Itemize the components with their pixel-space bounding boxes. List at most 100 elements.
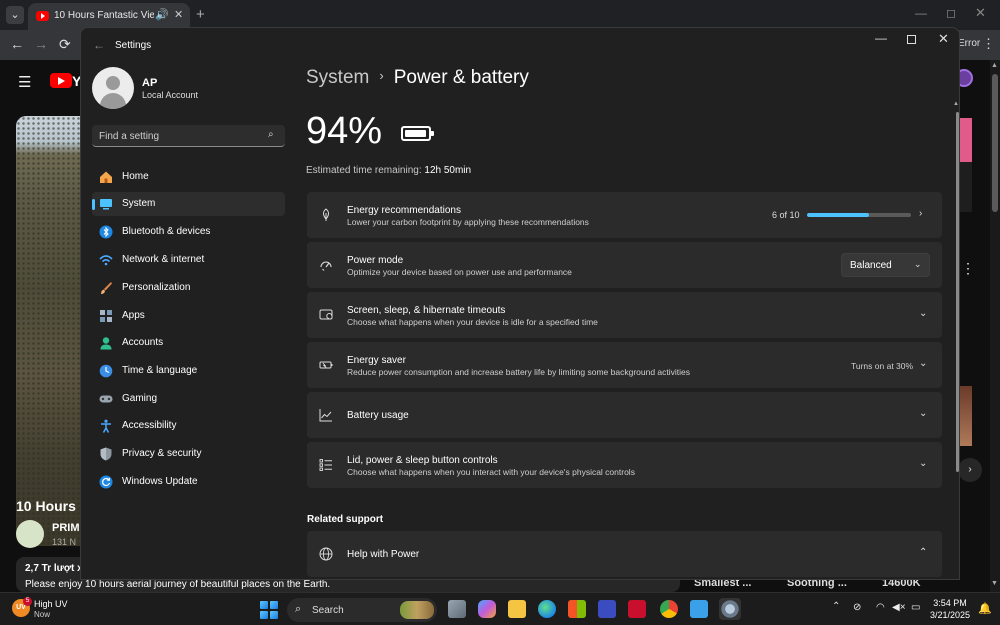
channel-avatar[interactable]: [16, 520, 44, 548]
nav-item-label: Accessibility: [122, 420, 177, 431]
app-icon[interactable]: [598, 600, 616, 618]
file-explorer-icon[interactable]: [508, 600, 526, 618]
nav-item-windows-update[interactable]: Windows Update: [92, 470, 285, 494]
leaf-icon: [323, 208, 329, 221]
browser-menu-icon[interactable]: ⋮: [982, 36, 995, 52]
nav-item-accounts[interactable]: Accounts: [92, 331, 285, 355]
profile-avatar[interactable]: [92, 67, 134, 109]
settings-scroll-up-icon[interactable]: ▲: [953, 101, 959, 107]
browser-maximize-button[interactable]: ◻: [946, 6, 956, 20]
nav-item-personalization[interactable]: Personalization: [92, 276, 285, 300]
location-off-icon[interactable]: ⊘: [853, 602, 861, 613]
edge-icon[interactable]: [538, 600, 556, 618]
browser-close-button[interactable]: ✕: [975, 5, 986, 21]
scroll-up-icon[interactable]: ▲: [991, 62, 998, 69]
error-chip[interactable]: Error: [958, 38, 980, 49]
reload-icon[interactable]: ⟳: [59, 36, 71, 53]
forward-arrow-icon[interactable]: →: [34, 36, 48, 52]
mcafee-icon[interactable]: [628, 600, 646, 618]
chevron-down-icon[interactable]: ⌄: [919, 358, 927, 369]
taskbar-search[interactable]: ⌕ Search: [287, 598, 437, 622]
settings-minimize-button[interactable]: —: [875, 31, 887, 45]
wifi-icon[interactable]: ◠: [876, 602, 885, 613]
task-view-icon[interactable]: [448, 600, 466, 618]
nav-item-label: Network & internet: [122, 254, 205, 265]
nav-item-system[interactable]: System: [92, 192, 285, 216]
screen-sleep-card[interactable]: Screen, sleep, & hibernate timeouts Choo…: [307, 292, 942, 338]
chevron-down-icon[interactable]: ⌄: [919, 308, 927, 319]
nav-item-home[interactable]: Home: [92, 165, 285, 189]
nav-item-gaming[interactable]: Gaming: [92, 387, 285, 411]
card-title: Lid, power & sleep button controls: [347, 455, 498, 466]
search-icon[interactable]: ⌕: [268, 129, 274, 140]
settings-close-button[interactable]: ✕: [938, 31, 949, 47]
chevron-down-icon[interactable]: ⌄: [919, 458, 927, 469]
tray-overflow-icon[interactable]: ⌃: [832, 601, 840, 612]
wifi-icon: [99, 255, 113, 266]
chevron-up-icon[interactable]: ⌃: [919, 547, 927, 558]
chevron-right-icon[interactable]: ›: [919, 208, 922, 219]
volume-muted-icon[interactable]: ◀×: [892, 602, 906, 613]
nav-item-apps[interactable]: Apps: [92, 304, 285, 328]
recommendation-card[interactable]: [958, 162, 972, 212]
youtube-menu-icon[interactable]: ☰: [18, 73, 31, 91]
search-icon: ⌕: [295, 603, 302, 615]
clock-date[interactable]: 3/21/2025: [928, 610, 972, 620]
back-arrow-icon[interactable]: ←: [10, 36, 24, 52]
notepad-icon[interactable]: [690, 600, 708, 618]
video-description: Please enjoy 10 hours aerial journey of …: [25, 579, 331, 590]
system-icon: [100, 199, 112, 210]
nav-item-privacy[interactable]: Privacy & security: [92, 442, 285, 466]
audio-playing-icon[interactable]: 🔊: [155, 8, 169, 21]
energy-progress-fill: [807, 213, 870, 217]
power-mode-icon: [320, 261, 332, 271]
nav-item-time-language[interactable]: Time & language: [92, 359, 285, 383]
tab-title: 10 Hours Fantastic Views of: [54, 10, 154, 21]
battery-icon[interactable]: ▭: [911, 602, 920, 613]
settings-gear-icon[interactable]: [719, 598, 741, 620]
browser-tab-youtube[interactable]: 10 Hours Fantastic Views of 🔊 ✕: [28, 3, 190, 30]
copilot-icon[interactable]: [478, 600, 496, 618]
shield-icon: [100, 447, 112, 461]
settings-back-icon[interactable]: ←: [93, 38, 105, 52]
weather-title[interactable]: High UV: [34, 599, 68, 609]
find-setting-box: ⌕: [92, 125, 285, 147]
lid-power-card[interactable]: Lid, power & sleep button controls Choos…: [307, 442, 942, 488]
card-title: Energy recommendations: [347, 205, 461, 216]
breadcrumb-system[interactable]: System: [306, 67, 369, 88]
chrome-icon[interactable]: [660, 600, 678, 618]
clock-time[interactable]: 3:54 PM: [928, 598, 972, 608]
nav-item-bluetooth[interactable]: Bluetooth & devices: [92, 220, 285, 244]
tab-close-icon[interactable]: ✕: [174, 8, 183, 21]
tab-search-button[interactable]: ⌄: [6, 6, 24, 24]
battery-icon: [401, 126, 434, 141]
settings-scrollbar-thumb[interactable]: [956, 112, 959, 472]
start-button[interactable]: [260, 601, 278, 619]
card-title: Screen, sleep, & hibernate timeouts: [347, 305, 506, 316]
store-icon[interactable]: [568, 600, 586, 618]
scroll-down-icon[interactable]: ▼: [991, 580, 998, 587]
new-tab-button[interactable]: +: [196, 6, 205, 23]
estimated-time-remaining: Estimated time remaining: 12h 50min: [306, 165, 471, 176]
chevron-down-icon[interactable]: ⌄: [919, 408, 927, 419]
notification-bell-icon[interactable]: 🔔: [978, 602, 992, 615]
find-setting-input[interactable]: [99, 128, 259, 144]
help-with-power-card[interactable]: Help with Power ⌃: [307, 531, 942, 577]
nav-item-network[interactable]: Network & internet: [92, 248, 285, 272]
channel-name[interactable]: PRIM: [52, 522, 80, 534]
energy-saver-card[interactable]: Energy saver Reduce power consumption an…: [307, 342, 942, 388]
more-options-icon[interactable]: ⋮: [961, 260, 975, 277]
youtube-logo-icon[interactable]: [50, 73, 72, 88]
page-scrollbar-thumb[interactable]: [992, 74, 998, 212]
recommendation-thumbnail[interactable]: [958, 118, 972, 162]
video-player[interactable]: [16, 116, 82, 546]
battery-usage-card[interactable]: Battery usage ⌄: [307, 392, 942, 438]
energy-recommendations-card[interactable]: Energy recommendations Lower your carbon…: [307, 192, 942, 238]
list-controls-icon: [319, 459, 332, 471]
carousel-next-icon[interactable]: ›: [958, 458, 982, 482]
recommendation-thumbnail[interactable]: [958, 386, 972, 446]
settings-maximize-button[interactable]: [907, 35, 916, 44]
nav-item-accessibility[interactable]: Accessibility: [92, 414, 285, 438]
power-mode-dropdown[interactable]: Balanced ⌄: [841, 253, 930, 277]
browser-minimize-button[interactable]: —: [915, 6, 927, 20]
